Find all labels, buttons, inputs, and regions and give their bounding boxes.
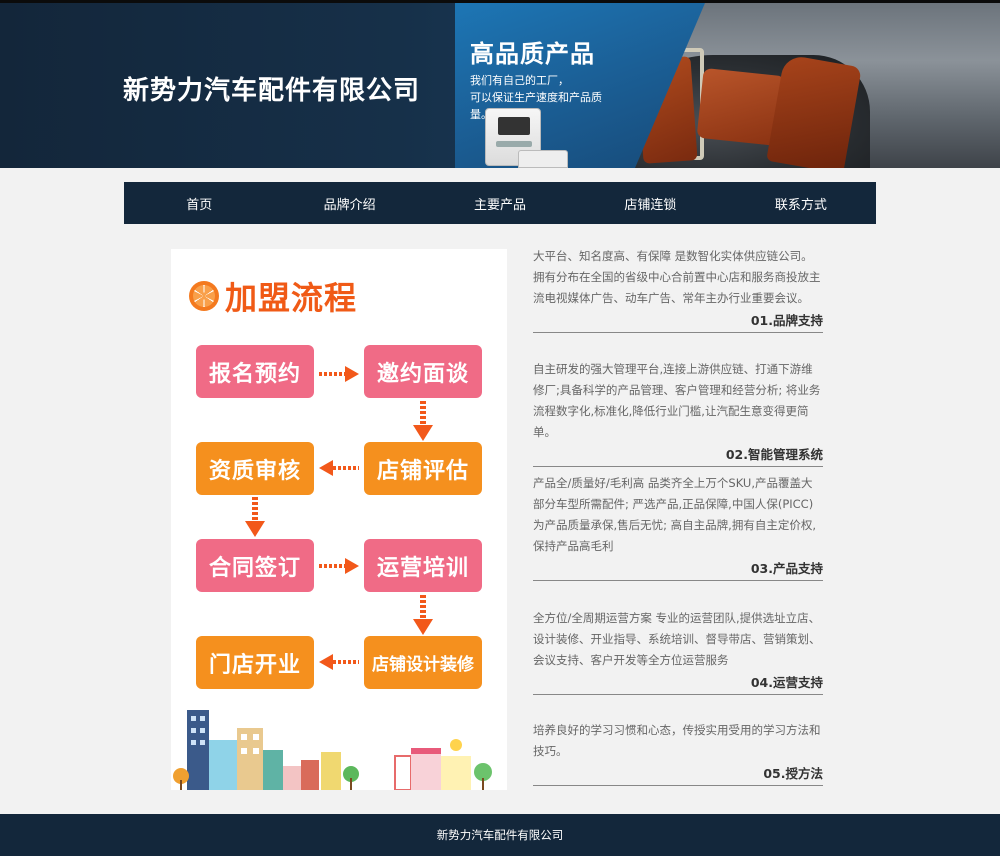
feature-description: 大平台、知名度高、有保障 是数智化实体供应链公司。拥有分布在全国的省级中心合前置… [533, 249, 821, 305]
city-illustration [173, 710, 492, 790]
arrow-down-icon [413, 595, 433, 635]
orange-slice-icon [189, 281, 219, 311]
step-qualification: 资质审核 [196, 442, 314, 495]
poster-title: 加盟流程 [225, 279, 358, 317]
nav-item-stores[interactable]: 店铺连锁 [575, 182, 725, 224]
step-design-decoration: 店铺设计装修 [364, 636, 482, 689]
step-training: 运营培训 [364, 539, 482, 592]
feature-item: 全方位/全周期运营方案 专业的运营团队,提供选址立店、设计装修、开业指导、系统培… [533, 608, 823, 695]
feature-title: 02.智能管理系统 [533, 446, 823, 467]
device-buttons [496, 141, 532, 147]
feature-title: 04.运营支持 [533, 674, 823, 695]
nav-item-brand[interactable]: 品牌介绍 [274, 182, 424, 224]
arrow-down-icon [245, 497, 265, 537]
feature-description: 培养良好的学习习惯和心态，传授实用受用的学习方法和技巧。 [533, 723, 821, 758]
franchise-process-poster: 加盟流程 报名预约 邀约面谈 资质审核 店铺评估 合同签订 运营培训 门店开业 … [171, 249, 507, 790]
nav-item-contact[interactable]: 联系方式 [726, 182, 876, 224]
header-banner: 新势力汽车配件有限公司 高品质产品 我们有自己的工厂， 可以保证生产速度和产品质… [0, 0, 1000, 168]
feature-item: 大平台、知名度高、有保障 是数智化实体供应链公司。拥有分布在全国的省级中心合前置… [533, 246, 823, 333]
poster-header: 加盟流程 [189, 273, 357, 319]
feature-description: 全方位/全周期运营方案 专业的运营团队,提供选址立店、设计装修、开业指导、系统培… [533, 611, 821, 667]
step-interview: 邀约面谈 [364, 345, 482, 398]
step-contract: 合同签订 [196, 539, 314, 592]
device-image-2 [518, 150, 568, 168]
arrow-down-icon [413, 401, 433, 441]
feature-description: 产品全/质量好/毛利高 品类齐全上万个SKU,产品覆盖大部分车型所需配件; 严选… [533, 476, 816, 553]
footer-copyright: 新势力汽车配件有限公司 [436, 828, 564, 842]
footer: 新势力汽车配件有限公司 [0, 814, 1000, 856]
feature-title: 01.品牌支持 [533, 312, 823, 333]
arrow-right-icon [319, 558, 359, 574]
company-name: 新势力汽车配件有限公司 [123, 76, 421, 106]
arrow-left-icon [319, 460, 359, 476]
main-nav: 首页 品牌介绍 主要产品 店铺连锁 联系方式 [124, 182, 876, 224]
banner-slogan: 高品质产品 [470, 40, 595, 68]
slogan-line-1: 我们有自己的工厂， [470, 74, 569, 87]
step-opening: 门店开业 [196, 636, 314, 689]
arrow-right-icon [319, 366, 359, 382]
step-register: 报名预约 [196, 345, 314, 398]
nav-item-products[interactable]: 主要产品 [425, 182, 575, 224]
nav-item-home[interactable]: 首页 [124, 182, 274, 224]
feature-item: 自主研发的强大管理平台,连接上游供应链、打通下游维修厂;具备科学的产品管理、客户… [533, 359, 823, 467]
feature-description: 自主研发的强大管理平台,连接上游供应链、打通下游维修厂;具备科学的产品管理、客户… [533, 362, 821, 439]
step-store-evaluation: 店铺评估 [364, 442, 482, 495]
device-screen [498, 117, 530, 135]
feature-item: 产品全/质量好/毛利高 品类齐全上万个SKU,产品覆盖大部分车型所需配件; 严选… [533, 473, 823, 581]
feature-title: 03.产品支持 [533, 560, 823, 581]
arrow-left-icon [319, 654, 359, 670]
feature-item: 培养良好的学习习惯和心态，传授实用受用的学习方法和技巧。 05.授方法 [533, 720, 823, 786]
feature-title: 05.授方法 [533, 765, 823, 786]
